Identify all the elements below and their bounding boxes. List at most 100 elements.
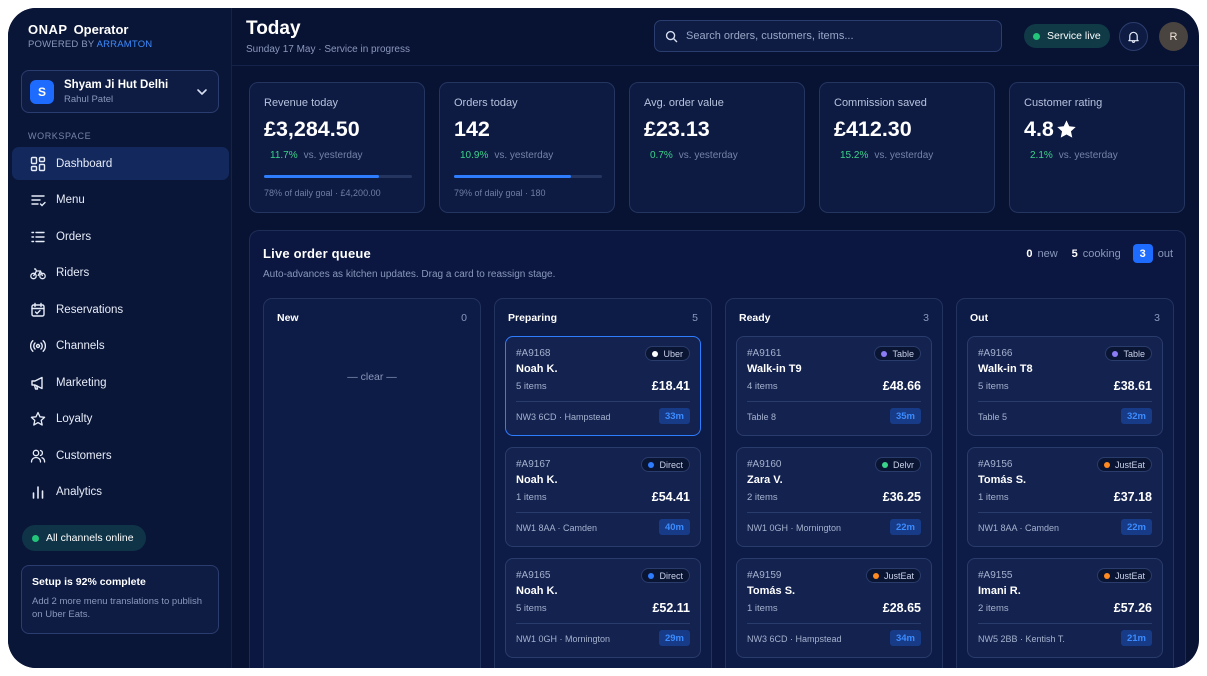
stat-change: 2.1% vs. yesterday	[1030, 150, 1118, 161]
search-icon	[665, 30, 678, 42]
channel-label: JustEat	[1114, 570, 1145, 581]
channel-dot	[1103, 461, 1110, 468]
sidebar-item-label: Reservations	[56, 303, 124, 316]
bell-icon	[1128, 31, 1139, 43]
chevron-down-icon	[197, 89, 207, 95]
order-id: #A9156	[978, 459, 1013, 470]
customer-name: Tomás S.	[978, 474, 1027, 486]
item-count: 1 items	[516, 492, 547, 503]
order-card[interactable]: #A9165 Direct Noah K. 5 items £52.11 NW1 0GH …	[505, 558, 701, 658]
order-id: #A9168	[516, 348, 551, 359]
channel-label: Direct	[659, 459, 683, 470]
notifications-button[interactable]	[1119, 22, 1148, 51]
queue-subtitle: Auto-advances as kitchen updates. Drag a…	[263, 269, 556, 280]
order-total: £28.65	[882, 601, 921, 615]
stat-value: 4.8	[1024, 117, 1170, 142]
queue-columns: New 0 — clear — Preparing 5 #A9168 Uber No…	[263, 298, 1174, 668]
setup-text: Add 2 more menu translations to publish …	[32, 596, 203, 620]
item-count: 5 items	[978, 381, 1009, 392]
order-total: £36.25	[882, 490, 921, 504]
search-box[interactable]	[654, 20, 1002, 52]
stat-change: 0.7% vs. yesterday	[650, 150, 738, 161]
order-card[interactable]: #A9161 Table Walk-in T9 4 items £48.66 Table …	[736, 336, 932, 436]
channel-dot	[1103, 572, 1110, 579]
order-id: #A9161	[747, 348, 782, 359]
column-new[interactable]: New 0 — clear —	[263, 298, 481, 668]
sidebar-item-riders[interactable]: Riders	[12, 257, 229, 290]
sidebar-item-orders[interactable]: Orders	[12, 220, 229, 253]
sidebar-nav: Dashboard Menu Orders Riders Reservation…	[12, 147, 229, 512]
order-card[interactable]: #A9156 JustEat Tomás S. 1 items £37.18 NW1 8A…	[967, 447, 1163, 547]
sidebar-item-customers[interactable]: Customers	[12, 439, 229, 472]
elapsed-time-badge: 29m	[658, 630, 690, 646]
sidebar-item-loyalty[interactable]: Loyalty	[12, 403, 229, 436]
elapsed-time-badge: 22m	[1120, 519, 1152, 535]
divider	[978, 623, 1152, 624]
service-status-badge[interactable]: Service live	[1024, 24, 1110, 48]
sidebar-item-dashboard[interactable]: Dashboard	[12, 147, 229, 180]
divider	[516, 401, 690, 402]
channel-dot	[648, 572, 655, 579]
elapsed-time-badge: 32m	[1120, 408, 1152, 424]
divider	[747, 623, 921, 624]
sidebar-item-label: Channels	[56, 340, 105, 352]
search-input[interactable]	[686, 30, 986, 42]
channel-badge: Uber	[645, 346, 690, 361]
order-card[interactable]: #A9168 Uber Noah K. 5 items £18.41 NW3 6CD · …	[505, 336, 701, 436]
order-card[interactable]: #A9166 Table Walk-in T8 5 items £38.61 Table …	[967, 336, 1163, 436]
column-ready[interactable]: Ready 3 #A9161 Table Walk-in T9 4 items £48.…	[725, 298, 943, 668]
sidebar-item-reservations[interactable]: Reservations	[12, 293, 229, 326]
channel-label: Table	[1123, 348, 1145, 359]
channel-dot	[652, 350, 659, 357]
stat-change: 15.2% vs. yesterday	[840, 150, 934, 161]
out-count-badge: 3	[1132, 244, 1153, 263]
stat-value: £412.30	[834, 117, 912, 141]
bar-chart-icon	[32, 486, 44, 499]
column-preparing[interactable]: Preparing 5 #A9168 Uber Noah K. 5 items £18.…	[494, 298, 712, 668]
order-card[interactable]: #A9167 Direct Noah K. 1 items £54.41 NW1 8AA …	[505, 447, 701, 547]
channel-badge: Direct	[641, 568, 690, 583]
column-title: New	[277, 312, 299, 324]
store-avatar: S	[30, 79, 54, 104]
user-avatar[interactable]: R	[1159, 22, 1188, 51]
store-switcher[interactable]: S Shyam Ji Hut Delhi Rahul Patel	[21, 70, 219, 113]
setup-progress-card[interactable]: Setup is 92% complete Add 2 more menu tr…	[21, 565, 219, 634]
page-title: Today	[246, 18, 301, 39]
stat-label: Avg. order value	[644, 97, 724, 109]
order-id: #A9167	[516, 459, 551, 470]
column-out[interactable]: Out 3 #A9166 Table Walk-in T8 5 items £38.61…	[956, 298, 1174, 668]
channel-label: Uber	[663, 348, 683, 359]
channel-badge: JustEat	[865, 568, 921, 583]
channel-label: Delvr	[892, 459, 914, 470]
goal-progress-bar	[454, 175, 602, 178]
order-card[interactable]: #A9159 JustEat Tomás S. 1 items £28.65 NW3 6C…	[736, 558, 932, 658]
card-list: #A9168 Uber Noah K. 5 items £18.41 NW3 6CD · …	[505, 336, 701, 668]
dashboard-icon	[30, 156, 46, 171]
sidebar-item-label: Customers	[56, 449, 112, 462]
order-card[interactable]: #A9155 JustEat Imani R. 2 items £57.26 NW5 2B…	[967, 558, 1163, 658]
order-location: NW1 8AA · Camden	[978, 523, 1060, 533]
sidebar-item-channels[interactable]: Channels	[12, 330, 229, 363]
order-total: £38.61	[1113, 379, 1152, 393]
brand-name: Operator	[73, 22, 129, 37]
sidebar-item-analytics[interactable]: Analytics	[12, 476, 229, 509]
customer-name: Walk-in T8	[978, 363, 1033, 375]
stat-footnote: 79% of daily goal · 180	[454, 188, 546, 198]
item-count: 1 items	[978, 492, 1009, 503]
order-location: NW1 8AA · Camden	[516, 523, 598, 533]
stat-label: Revenue today	[264, 97, 338, 109]
stats-row: Revenue today £3,284.50 11.7% vs. yesterd…	[249, 82, 1185, 213]
channels-status-badge: All channels online	[22, 525, 146, 551]
order-card[interactable]: #A9160 Delvr Zara V. 2 items £36.25 NW1 0GH ·…	[736, 447, 932, 547]
order-id: #A9165	[516, 570, 551, 581]
sidebar-item-marketing[interactable]: Marketing	[12, 366, 229, 399]
column-title: Out	[970, 312, 989, 324]
stat-card-rating: Customer rating 4.8 2.1% vs. yesterday	[1009, 82, 1185, 213]
item-count: 2 items	[978, 603, 1009, 614]
item-count: 2 items	[747, 492, 778, 503]
order-location: NW3 6CD · Hampstead	[747, 634, 842, 644]
channel-dot	[881, 461, 888, 468]
order-total: £18.41	[651, 379, 690, 393]
app-window: ONAP Operator POWERED BY ARRAMTON S Shya…	[8, 8, 1199, 668]
sidebar-item-menu[interactable]: Menu	[12, 184, 229, 217]
